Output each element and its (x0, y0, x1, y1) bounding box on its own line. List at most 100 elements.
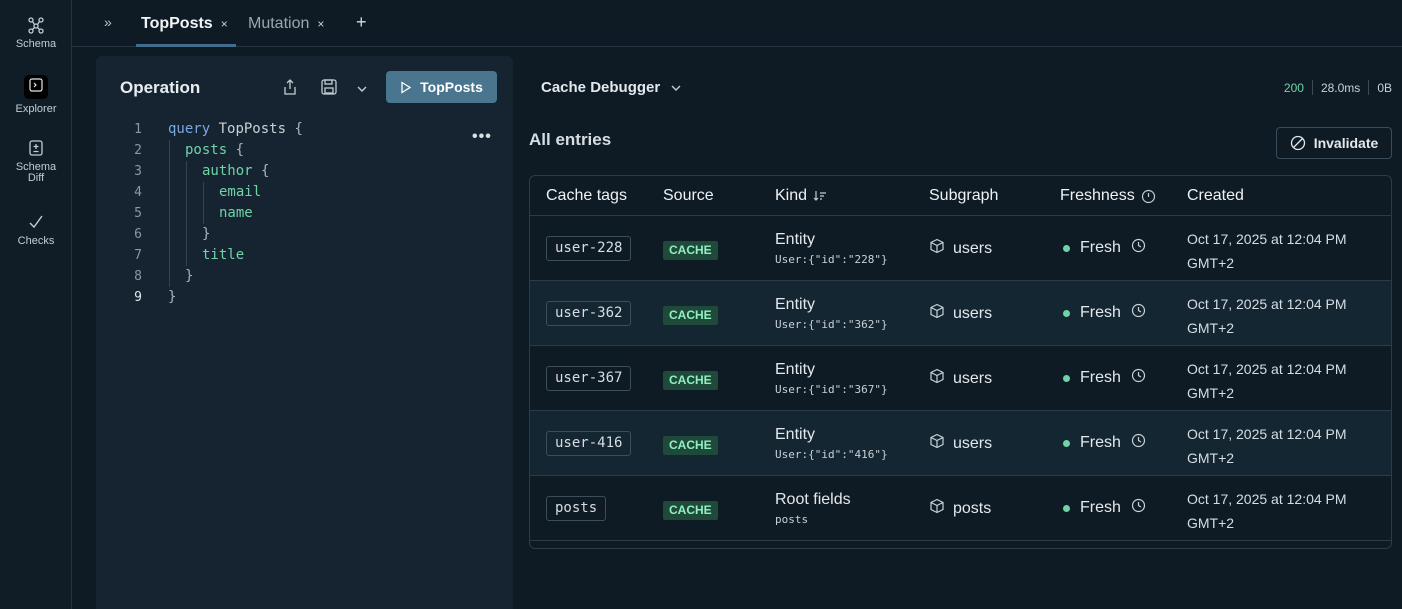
code-text: author { (202, 161, 269, 182)
cube-icon (929, 433, 945, 454)
tab-mutation[interactable]: Mutation × (248, 0, 324, 47)
source-badge: CACHE (663, 436, 718, 455)
code-token: { (294, 121, 303, 137)
close-tab-icon[interactable]: × (317, 17, 324, 31)
table-row[interactable]: user-362 CACHE Entity User:{"id":"362"} user… (530, 281, 1391, 346)
indent-guide (203, 182, 204, 203)
share-icon[interactable] (282, 78, 298, 101)
created-datetime: Oct 17, 2025 at 12:04 PM (1187, 426, 1347, 442)
fresh-status-dot (1063, 244, 1070, 252)
freshness-cell: Fresh (1063, 368, 1146, 388)
indent-guide (186, 245, 187, 266)
column-header-label: Kind (775, 187, 808, 204)
indent-guide (169, 203, 170, 224)
column-header-created: Created (1187, 187, 1244, 204)
close-tab-icon[interactable]: × (221, 17, 228, 31)
created-cell: Oct 17, 2025 at 12:04 PM GMT+2 (1187, 357, 1387, 405)
cube-icon (929, 238, 945, 259)
view-selector-label: Cache Debugger (541, 79, 661, 96)
response-duration: 28.0ms (1320, 80, 1361, 95)
code-text: name (219, 203, 253, 224)
created-datetime: Oct 17, 2025 at 12:04 PM (1187, 296, 1347, 312)
clock-icon[interactable] (1131, 368, 1146, 388)
table-row[interactable]: user-367 CACHE Entity User:{"id":"367"} user… (530, 346, 1391, 411)
clock-icon[interactable] (1131, 238, 1146, 258)
subgraph-cell: users (929, 303, 992, 324)
subgraph-cell: users (929, 433, 992, 454)
view-selector[interactable]: Cache Debugger (541, 79, 682, 96)
column-header-kind[interactable]: Kind (775, 187, 827, 205)
line-number: 9 (134, 290, 142, 305)
line-number: 4 (134, 185, 142, 200)
tab-label: Mutation (248, 14, 310, 32)
code-line[interactable]: 2 posts { (96, 140, 513, 161)
cube-icon (929, 303, 945, 324)
kind-cell: Root fields posts (775, 490, 851, 526)
code-line[interactable]: 3 author { (96, 161, 513, 182)
clock-icon[interactable] (1131, 498, 1146, 518)
table-row[interactable]: user-416 CACHE Entity User:{"id":"416"} user… (530, 411, 1391, 476)
indent-guide (169, 224, 170, 245)
code-line[interactable]: 6} (96, 224, 513, 245)
indent-guide (186, 203, 187, 224)
save-icon[interactable] (320, 78, 338, 101)
code-line[interactable]: 5 name (96, 203, 513, 224)
add-tab-button[interactable]: + (356, 12, 367, 33)
freshness-label: Fresh (1080, 369, 1121, 386)
source-badge: CACHE (663, 306, 718, 325)
entries-title: All entries (529, 130, 612, 149)
kind-cell: Entity User:{"id":"416"} (775, 425, 888, 461)
indent-guide (203, 203, 204, 224)
freshness-cell: Fresh (1063, 303, 1146, 323)
code-token: query (168, 121, 211, 137)
code-line[interactable]: 1 query TopPosts { (96, 119, 513, 140)
invalidate-button[interactable]: Invalidate (1276, 127, 1392, 159)
divider (1368, 80, 1370, 95)
table-row[interactable]: user-228 CACHE Entity User:{"id":"228"} user… (530, 216, 1391, 281)
code-token: TopPosts (210, 121, 295, 137)
code-token: { (252, 163, 270, 179)
created-timezone: GMT+2 (1187, 385, 1235, 401)
created-cell: Oct 17, 2025 at 12:04 PM GMT+2 (1187, 292, 1387, 340)
code-token: } (202, 226, 211, 242)
operation-panel: Operation TopPosts ••• 1 query TopPosts {… (96, 56, 513, 609)
column-header-cache-tags: Cache tags (546, 187, 627, 204)
chevron-down-icon (671, 85, 681, 91)
run-button-label: TopPosts (420, 79, 483, 95)
code-line[interactable]: 9} (96, 287, 513, 308)
tab-topposts[interactable]: TopPosts × (136, 0, 236, 47)
code-text: email (219, 182, 261, 203)
indent-guide (169, 182, 170, 203)
entity-key: User:{"id":"362"} (775, 318, 888, 331)
kind-cell: Entity User:{"id":"362"} (775, 295, 888, 331)
cache-tag-chip: user-228 (546, 236, 632, 261)
nav-item-label: Explorer (15, 103, 57, 115)
nav-item-explorer[interactable]: Explorer (0, 75, 72, 115)
fresh-status-dot (1063, 439, 1070, 447)
code-editor[interactable]: 1 query TopPosts {2 posts {3 author { 4 email… (96, 119, 513, 308)
chevron-down-icon[interactable] (356, 81, 368, 99)
code-line[interactable]: 8} (96, 266, 513, 287)
code-text: posts { (185, 140, 244, 161)
nav-item-schema-diff[interactable]: Schema Diff (0, 139, 72, 184)
code-line[interactable]: 7 title (96, 245, 513, 266)
cube-icon (929, 368, 945, 389)
code-token: title (202, 247, 245, 263)
kind-label: Entity (775, 231, 816, 248)
entity-key: User:{"id":"367"} (775, 383, 888, 396)
table-row[interactable]: posts CACHE Root fields posts posts Fresh Oct … (530, 476, 1391, 541)
line-number: 7 (134, 248, 142, 263)
kind-label: Entity (775, 296, 816, 313)
nav-item-checks[interactable]: Checks (0, 213, 72, 247)
freshness-cell: Fresh (1063, 498, 1146, 518)
clock-icon[interactable] (1131, 433, 1146, 453)
subgraph-cell: users (929, 238, 992, 259)
info-clock-icon[interactable] (1141, 189, 1156, 204)
created-cell: Oct 17, 2025 at 12:04 PM GMT+2 (1187, 227, 1387, 275)
run-operation-button[interactable]: TopPosts (386, 71, 497, 103)
collapse-toggle-icon[interactable]: » (104, 14, 112, 30)
nav-item-schema[interactable]: Schema (0, 16, 72, 50)
clock-icon[interactable] (1131, 303, 1146, 323)
code-line[interactable]: 4 email (96, 182, 513, 203)
freshness-label: Fresh (1080, 499, 1121, 516)
